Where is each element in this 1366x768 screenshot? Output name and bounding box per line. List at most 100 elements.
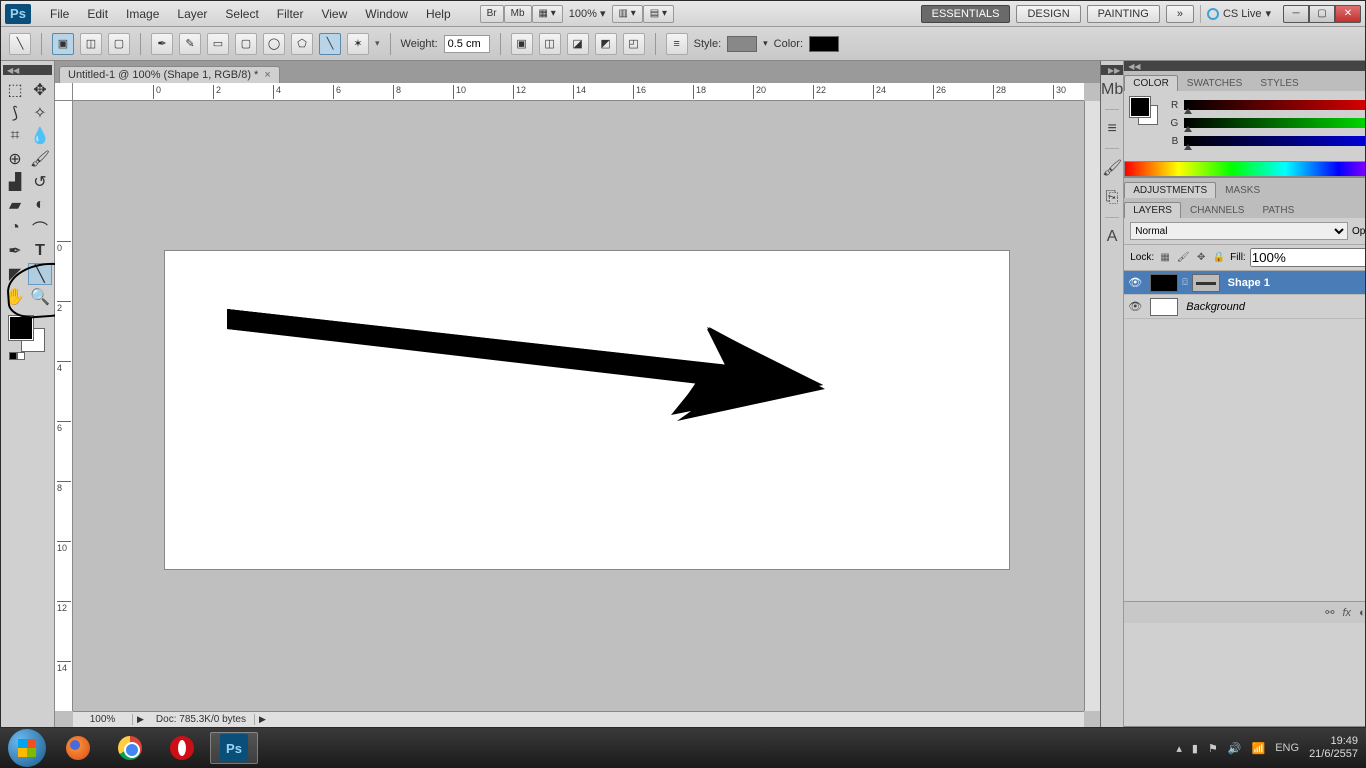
- volume-icon[interactable]: 🔊: [1228, 742, 1242, 755]
- cs-live[interactable]: CS Live ▾: [1207, 7, 1271, 20]
- combine-subtract-icon[interactable]: ◪: [567, 33, 589, 55]
- combine-intersect-icon[interactable]: ◩: [595, 33, 617, 55]
- tab-channels[interactable]: CHANNELS: [1181, 202, 1253, 218]
- minibridge-icon[interactable]: Mb: [1101, 75, 1123, 105]
- combine-add-icon[interactable]: ◫: [539, 33, 561, 55]
- visibility-toggle[interactable]: 👁: [1124, 300, 1146, 313]
- lock-pixels-icon[interactable]: 🖌: [1176, 251, 1190, 265]
- combine-new-icon[interactable]: ▣: [511, 33, 533, 55]
- custom-shape-icon[interactable]: ✶: [347, 33, 369, 55]
- doc-tab-close[interactable]: ×: [264, 69, 270, 81]
- menu-layer[interactable]: Layer: [168, 7, 216, 21]
- tab-swatches[interactable]: SWATCHES: [1178, 75, 1252, 91]
- layer-thumb[interactable]: [1150, 274, 1178, 292]
- eyedropper-tool[interactable]: 💧: [28, 125, 52, 147]
- shape-layers-mode[interactable]: ▣: [52, 33, 74, 55]
- workspace-more[interactable]: »: [1166, 5, 1194, 23]
- strip-collapse[interactable]: ▶▶: [1101, 65, 1123, 75]
- ruler-origin[interactable]: [55, 83, 73, 101]
- link-layers-icon[interactable]: ⚯: [1325, 606, 1334, 619]
- status-zoom[interactable]: 100%: [73, 714, 133, 725]
- layer-name[interactable]: Shape 1: [1224, 277, 1365, 289]
- menu-select[interactable]: Select: [216, 7, 267, 21]
- ruler-vertical[interactable]: 0246810121416: [55, 101, 73, 711]
- taskbar-photoshop[interactable]: Ps: [210, 732, 258, 764]
- layer-thumb[interactable]: [1150, 298, 1178, 316]
- menu-image[interactable]: Image: [117, 7, 168, 21]
- combine-exclude-icon[interactable]: ◰: [623, 33, 645, 55]
- align-icon[interactable]: ≡: [666, 33, 688, 55]
- status-menu-icon[interactable]: ▶: [133, 714, 148, 725]
- menu-window[interactable]: Window: [356, 7, 417, 21]
- tab-layers[interactable]: LAYERS: [1124, 202, 1181, 218]
- tool-preset[interactable]: ╲: [9, 33, 31, 55]
- lock-position-icon[interactable]: ✥: [1194, 251, 1208, 265]
- move-tool[interactable]: ✥: [28, 79, 52, 101]
- menu-view[interactable]: View: [312, 7, 356, 21]
- dodge-tool[interactable]: ⌒: [28, 217, 52, 239]
- history-brush-tool[interactable]: ↺: [28, 171, 52, 193]
- color-swatch[interactable]: [809, 36, 839, 52]
- layer-mask-thumb[interactable]: [1192, 274, 1220, 292]
- style-swatch[interactable]: [727, 36, 757, 52]
- clock[interactable]: 19:49 21/6/2557: [1309, 735, 1358, 761]
- menu-filter[interactable]: Filter: [268, 7, 313, 21]
- tray-arrow-icon[interactable]: ▴: [1176, 742, 1182, 755]
- window-maximize[interactable]: ▢: [1309, 5, 1335, 23]
- tab-masks[interactable]: MASKS: [1216, 182, 1269, 198]
- fill-pixels-mode[interactable]: ▢: [108, 33, 130, 55]
- canvas[interactable]: [165, 251, 1009, 569]
- scrollbar-vertical[interactable]: [1084, 101, 1100, 711]
- paths-mode[interactable]: ◫: [80, 33, 102, 55]
- window-minimize[interactable]: ─: [1283, 5, 1309, 23]
- arrange-button[interactable]: ▥ ▾: [612, 5, 643, 23]
- zoom-tool[interactable]: 🔍: [28, 286, 52, 308]
- blur-tool[interactable]: ◔: [3, 217, 27, 239]
- taskbar-firefox[interactable]: [54, 732, 102, 764]
- tab-styles[interactable]: STYLES: [1251, 75, 1307, 91]
- layer-name[interactable]: Background: [1182, 301, 1365, 313]
- quick-select-tool[interactable]: ✧: [28, 102, 52, 124]
- crop-tool[interactable]: ⌗: [3, 125, 27, 147]
- g-slider[interactable]: [1184, 118, 1365, 128]
- layer-row-shape1[interactable]: 👁 ⌼ Shape 1: [1124, 271, 1365, 295]
- tab-color[interactable]: COLOR: [1124, 75, 1178, 91]
- gradient-tool[interactable]: ◐: [28, 194, 52, 216]
- canvas-scroll[interactable]: [73, 101, 1084, 711]
- lasso-tool[interactable]: ⟆: [3, 102, 27, 124]
- character-icon[interactable]: A: [1101, 222, 1123, 252]
- eraser-tool[interactable]: ▰: [3, 194, 27, 216]
- healing-tool[interactable]: ⊕: [3, 148, 27, 170]
- path-select-tool[interactable]: ◤: [3, 263, 27, 285]
- menu-help[interactable]: Help: [417, 7, 460, 21]
- workspace-painting[interactable]: PAINTING: [1087, 5, 1160, 23]
- tools-collapse[interactable]: ◀◀: [3, 65, 52, 75]
- stamp-tool[interactable]: ▟: [3, 171, 27, 193]
- pen-tool[interactable]: ✒: [3, 240, 27, 262]
- line-tool[interactable]: ╲: [28, 263, 52, 285]
- weight-input[interactable]: [444, 35, 490, 53]
- brush-tool[interactable]: 🖌: [28, 148, 52, 170]
- foreground-color[interactable]: [9, 316, 33, 340]
- tab-paths[interactable]: PATHS: [1253, 202, 1303, 218]
- rounded-rect-icon[interactable]: ▢: [235, 33, 257, 55]
- rect-shape-icon[interactable]: ▭: [207, 33, 229, 55]
- brush-presets-icon[interactable]: 🖌: [1101, 153, 1123, 183]
- screenmode-button[interactable]: ▦ ▾: [532, 5, 563, 23]
- pen-icon[interactable]: ✒: [151, 33, 173, 55]
- lock-all-icon[interactable]: 🔒: [1212, 251, 1226, 265]
- layer-fx-icon[interactable]: fx: [1342, 607, 1351, 619]
- b-slider[interactable]: [1184, 136, 1365, 146]
- doc-tab[interactable]: Untitled-1 @ 100% (Shape 1, RGB/8) * ×: [59, 66, 280, 83]
- type-tool[interactable]: T: [28, 240, 52, 262]
- hand-tool[interactable]: ✋: [3, 286, 27, 308]
- layer-mask-icon[interactable]: ◐: [1359, 607, 1365, 619]
- extras-button[interactable]: ▤ ▾: [643, 5, 674, 23]
- fill-input[interactable]: [1250, 248, 1365, 267]
- bridge-button[interactable]: Br: [480, 5, 504, 23]
- status-doc-info[interactable]: Doc: 785.3K/0 bytes: [148, 714, 255, 725]
- history-icon[interactable]: ≡: [1101, 114, 1123, 144]
- language-indicator[interactable]: ENG: [1275, 742, 1299, 754]
- lock-transparency-icon[interactable]: ▦: [1158, 251, 1172, 265]
- start-button[interactable]: [8, 729, 46, 767]
